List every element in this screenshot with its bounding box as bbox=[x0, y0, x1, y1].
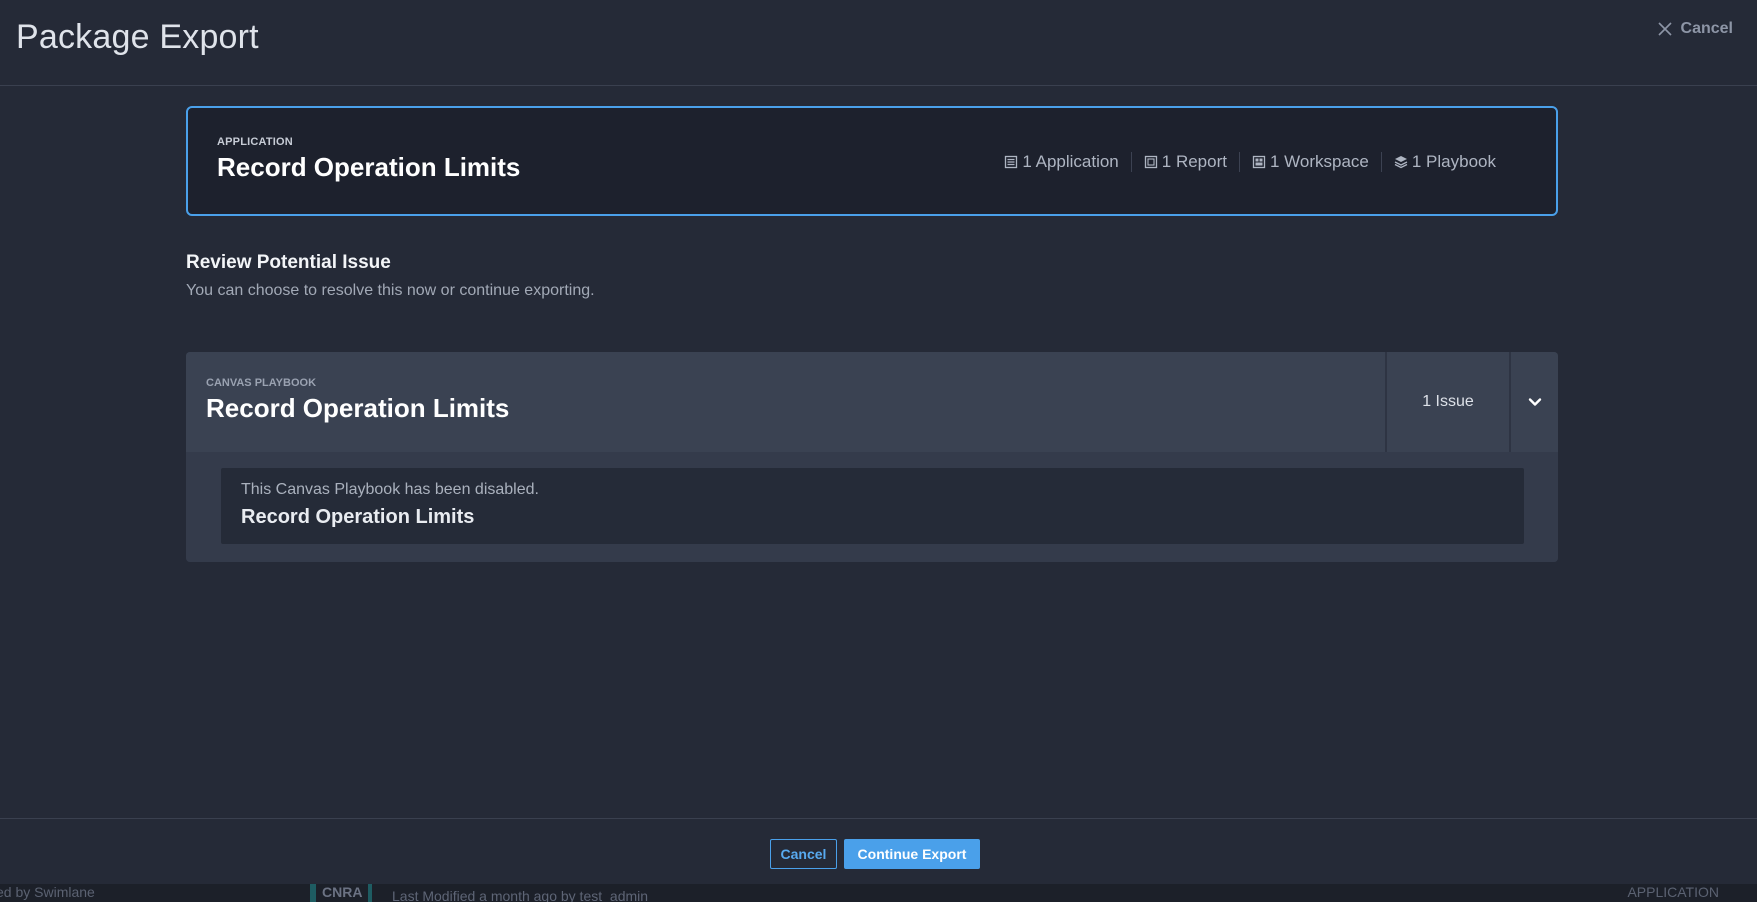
background-accent-bar bbox=[310, 884, 316, 902]
count-workspace: 1 Workspace bbox=[1238, 152, 1381, 172]
page-header: Package Export Cancel bbox=[0, 0, 1757, 86]
workspace-icon bbox=[1252, 155, 1266, 169]
issue-message: This Canvas Playbook has been disabled. bbox=[241, 481, 539, 498]
count-report: 1 Report bbox=[1130, 152, 1239, 172]
page-title: Package Export bbox=[16, 18, 259, 56]
background-tag: CNRA bbox=[322, 884, 363, 900]
count-workspace-label: 1 Workspace bbox=[1269, 152, 1369, 171]
count-application-label: 1 Application bbox=[1022, 152, 1119, 171]
issue-panel-header[interactable]: CANVAS PLAYBOOK Record Operation Limits … bbox=[186, 352, 1558, 452]
chevron-down-icon bbox=[1528, 398, 1541, 406]
continue-export-button[interactable]: Continue Export bbox=[844, 839, 980, 869]
report-icon bbox=[1144, 155, 1157, 169]
application-kicker: APPLICATION bbox=[217, 136, 293, 148]
issue-panel: CANVAS PLAYBOOK Record Operation Limits … bbox=[186, 352, 1558, 562]
playbook-icon bbox=[1394, 156, 1408, 169]
count-application: 1 Application bbox=[992, 152, 1130, 172]
header-cancel-button[interactable]: Cancel bbox=[1657, 20, 1733, 38]
count-playbook: 1 Playbook bbox=[1380, 152, 1508, 172]
application-icon bbox=[1005, 155, 1018, 169]
issue-item: This Canvas Playbook has been disabled. … bbox=[221, 468, 1524, 544]
issue-panel-body: This Canvas Playbook has been disabled. … bbox=[186, 452, 1558, 562]
application-summary-card: APPLICATION Record Operation Limits 1 Ap… bbox=[186, 106, 1558, 216]
issue-count-badge: 1 Issue bbox=[1385, 352, 1509, 452]
application-title: Record Operation Limits bbox=[217, 152, 521, 182]
issue-collapse-toggle[interactable] bbox=[1509, 352, 1558, 452]
background-accent-bar-2 bbox=[368, 884, 372, 902]
issue-item-title: Record Operation Limits bbox=[241, 506, 475, 528]
issue-kicker: CANVAS PLAYBOOK bbox=[206, 377, 317, 389]
modal-footer: Cancel Continue Export bbox=[0, 818, 1757, 884]
header-cancel-label: Cancel bbox=[1680, 20, 1733, 37]
close-icon bbox=[1657, 22, 1672, 36]
cancel-button[interactable]: Cancel bbox=[770, 839, 837, 869]
background-modified-text: Last Modified a month ago by test_admin bbox=[392, 888, 649, 902]
review-title: Review Potential Issue bbox=[186, 252, 391, 273]
component-counts: 1 Application 1 Report 1 Workspace 1 Pla… bbox=[992, 149, 1508, 175]
issue-panel-title: Record Operation Limits bbox=[206, 393, 510, 423]
count-report-label: 1 Report bbox=[1161, 152, 1227, 171]
background-page-strip: ed by Swimlane CNRA Last Modified a mont… bbox=[0, 884, 1757, 902]
count-playbook-label: 1 Playbook bbox=[1411, 152, 1496, 171]
background-brand-text: ed by Swimlane bbox=[0, 884, 95, 900]
review-subtitle: You can choose to resolve this now or co… bbox=[186, 282, 595, 299]
background-type-label: APPLICATION bbox=[1627, 884, 1719, 900]
